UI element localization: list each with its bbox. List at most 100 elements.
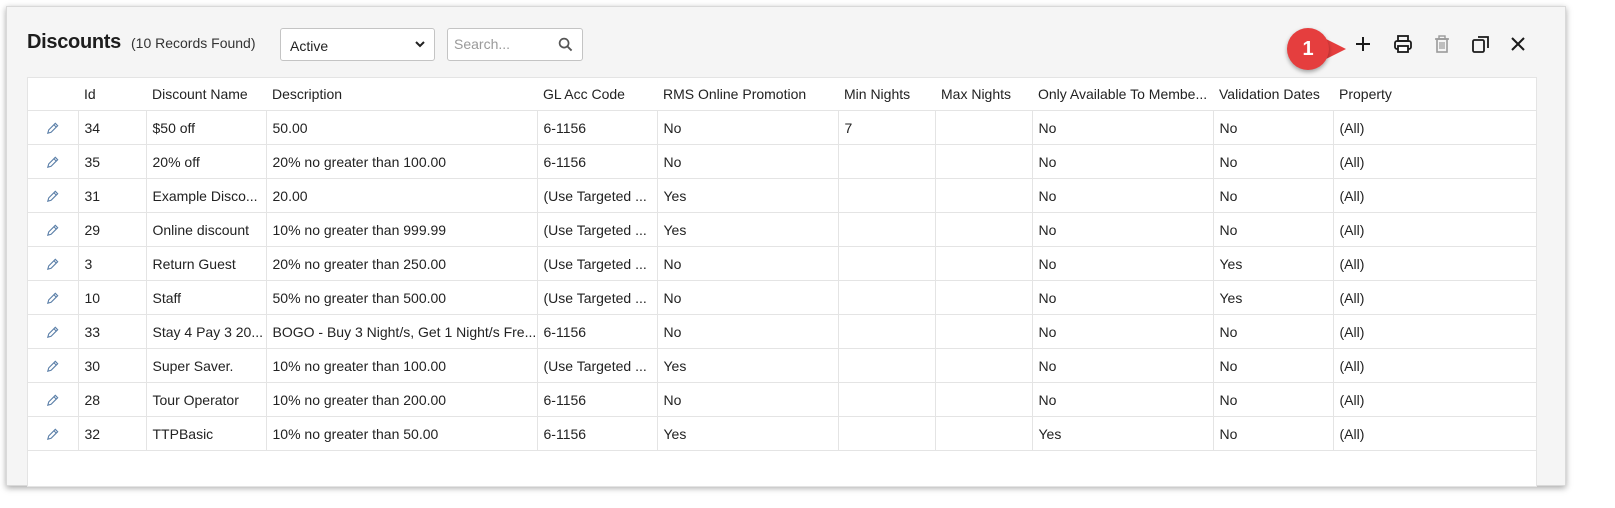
validation-dates-cell: No: [1212, 348, 1333, 383]
column-header-validation-dates[interactable]: Validation Dates: [1213, 78, 1333, 111]
column-header-gl-acc-code[interactable]: GL Acc Code: [537, 78, 657, 111]
pencil-icon[interactable]: [45, 155, 60, 170]
gl-acc-code-cell: 6-1156: [536, 416, 657, 451]
description-cell: 20% no greater than 100.00: [265, 144, 537, 179]
edit-cell[interactable]: [28, 416, 78, 451]
validation-dates-cell: Yes: [1212, 280, 1333, 315]
edit-cell[interactable]: [28, 110, 78, 145]
pencil-icon[interactable]: [45, 257, 60, 272]
discount-name-cell: Example Disco...: [145, 178, 266, 213]
rms-online-promotion-cell: No: [656, 382, 838, 417]
add-button[interactable]: [1352, 33, 1374, 55]
property-cell: (All): [1332, 314, 1536, 349]
print-button[interactable]: [1392, 33, 1414, 55]
table-row[interactable]: 33 Stay 4 Pay 3 20... BOGO - Buy 3 Night/s…: [28, 314, 1536, 349]
edit-cell[interactable]: [28, 178, 78, 213]
validation-dates-cell: No: [1212, 110, 1333, 145]
min-nights-cell: 7: [837, 110, 935, 145]
column-header-max-nights[interactable]: Max Nights: [935, 78, 1032, 111]
column-header-rms-online-promotion[interactable]: RMS Online Promotion: [657, 78, 838, 111]
edit-cell[interactable]: [28, 348, 78, 383]
description-cell: 50% no greater than 500.00: [265, 280, 537, 315]
table-row[interactable]: 28 Tour Operator 10% no greater than 200.0…: [28, 382, 1536, 417]
description-cell: 50.00: [265, 110, 537, 145]
header-row: Id Discount Name Description GL Acc Code…: [28, 78, 1536, 111]
max-nights-cell: [934, 144, 1032, 179]
column-header-property[interactable]: Property: [1333, 78, 1536, 111]
discount-name-cell: Stay 4 Pay 3 20...: [145, 314, 266, 349]
id-cell: 30: [77, 348, 146, 383]
close-button[interactable]: [1507, 33, 1529, 55]
pencil-icon[interactable]: [45, 189, 60, 204]
table-row[interactable]: 3 Return Guest 20% no greater than 250.00(…: [28, 246, 1536, 281]
validation-dates-cell: No: [1212, 144, 1333, 179]
pencil-icon[interactable]: [45, 393, 60, 408]
only-available-to-members-cell: No: [1031, 314, 1213, 349]
rms-online-promotion-cell: Yes: [656, 212, 838, 247]
validation-dates-cell: No: [1212, 314, 1333, 349]
gl-acc-code-cell: 6-1156: [536, 382, 657, 417]
table-row[interactable]: 34 $50 off 50.00 6-1156 No 7 No No (All): [28, 110, 1536, 145]
edit-cell[interactable]: [28, 212, 78, 247]
table-row[interactable]: 35 20% off 20% no greater than 100.00 6-115…: [28, 144, 1536, 179]
only-available-to-members-cell: No: [1031, 280, 1213, 315]
search-icon[interactable]: [558, 37, 573, 52]
min-nights-cell: [837, 382, 935, 417]
edit-cell[interactable]: [28, 314, 78, 349]
min-nights-cell: [837, 416, 935, 451]
search-box[interactable]: [447, 28, 583, 61]
edit-cell[interactable]: [28, 246, 78, 281]
validation-dates-cell: No: [1212, 382, 1333, 417]
gl-acc-code-cell: (Use Targeted ...: [536, 280, 657, 315]
column-header-edit: [28, 78, 78, 111]
property-cell: (All): [1332, 382, 1536, 417]
pencil-icon[interactable]: [45, 359, 60, 374]
pencil-icon[interactable]: [45, 291, 60, 306]
column-header-only-available-to-members[interactable]: Only Available To Membe...: [1032, 78, 1213, 111]
delete-button[interactable]: [1431, 33, 1453, 55]
table-row[interactable]: 32 TTPBasic 10% no greater than 50.00 6-115…: [28, 416, 1536, 451]
gl-acc-code-cell: (Use Targeted ...: [536, 348, 657, 383]
id-cell: 3: [77, 246, 146, 281]
column-header-discount-name[interactable]: Discount Name: [146, 78, 266, 111]
search-input[interactable]: [448, 29, 549, 59]
column-header-description[interactable]: Description: [266, 78, 537, 111]
pencil-icon[interactable]: [45, 121, 60, 136]
max-nights-cell: [934, 382, 1032, 417]
pencil-icon[interactable]: [45, 325, 60, 340]
edit-cell[interactable]: [28, 382, 78, 417]
min-nights-cell: [837, 348, 935, 383]
max-nights-cell: [934, 314, 1032, 349]
gl-acc-code-cell: 6-1156: [536, 110, 657, 145]
discounts-grid: Id Discount Name Description GL Acc Code…: [27, 77, 1537, 487]
plus-icon: [1356, 37, 1370, 51]
page-title: Discounts: [27, 31, 121, 53]
description-cell: 10% no greater than 999.99: [265, 212, 537, 247]
min-nights-cell: [837, 314, 935, 349]
status-filter-select[interactable]: Active: [280, 28, 435, 61]
copy-button[interactable]: [1470, 33, 1492, 55]
table-row[interactable]: 31 Example Disco... 20.00 (Use Targeted ...…: [28, 178, 1536, 213]
property-cell: (All): [1332, 110, 1536, 145]
column-header-min-nights[interactable]: Min Nights: [838, 78, 935, 111]
validation-dates-cell: No: [1212, 178, 1333, 213]
pencil-icon[interactable]: [45, 223, 60, 238]
validation-dates-cell: No: [1212, 212, 1333, 247]
discount-name-cell: 20% off: [145, 144, 266, 179]
property-cell: (All): [1332, 212, 1536, 247]
max-nights-cell: [934, 178, 1032, 213]
table-row[interactable]: 29 Online discount 10% no greater than 999…: [28, 212, 1536, 247]
discount-name-cell: $50 off: [145, 110, 266, 145]
id-cell: 29: [77, 212, 146, 247]
max-nights-cell: [934, 212, 1032, 247]
pencil-icon[interactable]: [45, 427, 60, 442]
table-row[interactable]: 30 Super Saver. 10% no greater than 100.00…: [28, 348, 1536, 383]
edit-cell[interactable]: [28, 144, 78, 179]
edit-cell[interactable]: [28, 280, 78, 315]
table-row[interactable]: 10 Staff 50% no greater than 500.00 (Use Ta…: [28, 280, 1536, 315]
property-cell: (All): [1332, 280, 1536, 315]
gl-acc-code-cell: 6-1156: [536, 314, 657, 349]
property-cell: (All): [1332, 144, 1536, 179]
column-header-id[interactable]: Id: [78, 78, 146, 111]
max-nights-cell: [934, 280, 1032, 315]
